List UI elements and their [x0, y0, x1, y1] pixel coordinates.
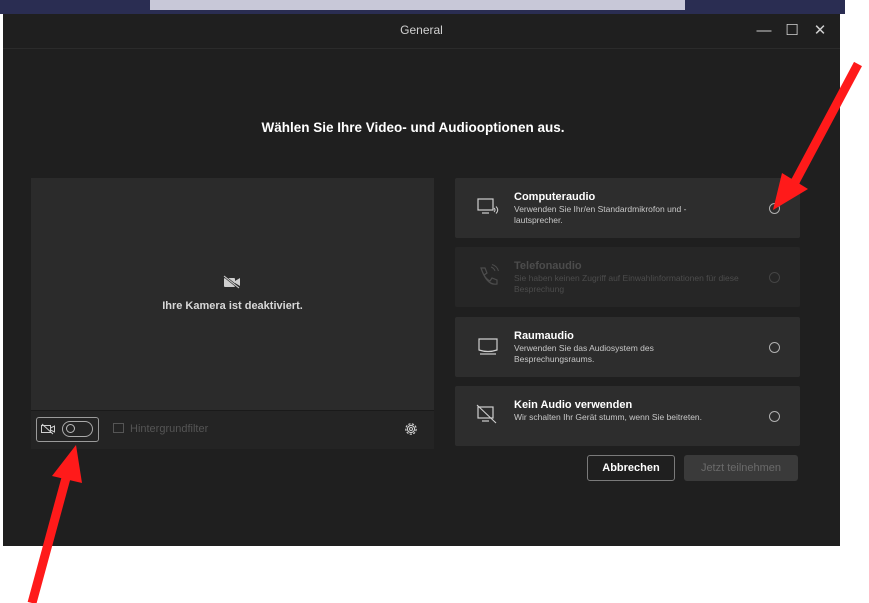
annotation-arrow-bottom-left [27, 445, 82, 603]
annotation-arrow-top-right [773, 61, 862, 210]
annotation-arrows [27, 61, 862, 603]
